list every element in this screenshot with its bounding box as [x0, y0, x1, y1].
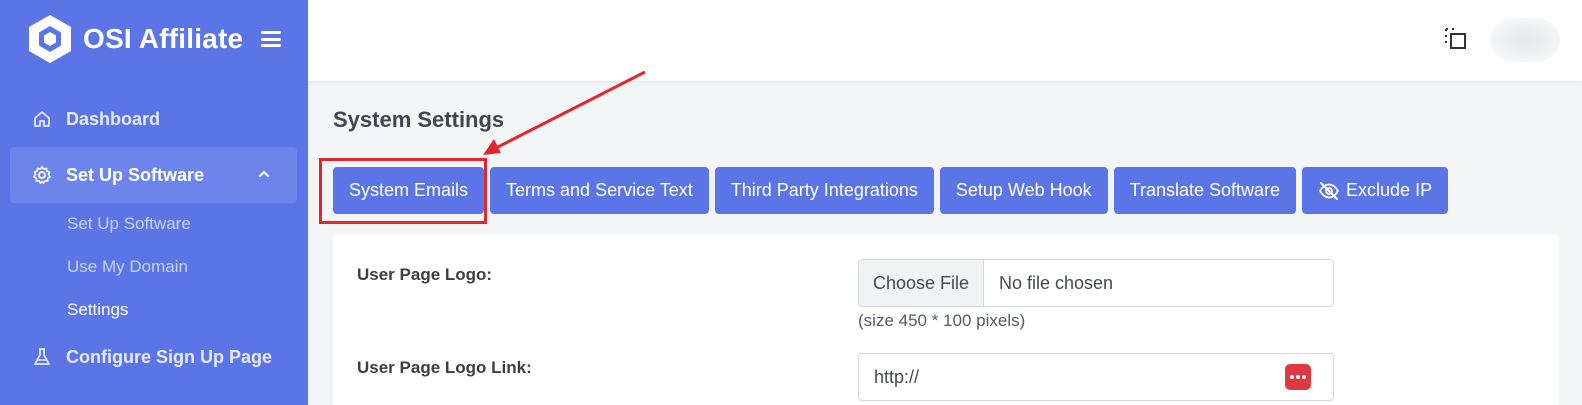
tab-exclude-ip[interactable]: Exclude IP	[1302, 167, 1449, 214]
sidebar-item-configure-sign-up-page[interactable]: Configure Sign Up Page	[10, 329, 297, 385]
tab-label: Setup Web Hook	[955, 180, 1092, 200]
sidebar-item-dashboard[interactable]: Dashboard	[10, 91, 297, 147]
sidebar-subitem-use-my-domain[interactable]: Use My Domain	[67, 257, 188, 277]
logo-hexagon-icon	[29, 15, 71, 63]
tab-label: Translate Software	[1129, 180, 1281, 200]
tab-label: Terms and Service Text	[506, 180, 693, 200]
annotation-highlight-box	[319, 158, 487, 224]
sidebar-subitem-set-up-software[interactable]: Set Up Software	[67, 214, 191, 234]
sidebar: OSI Affiliate Dashboard Set Up Software …	[0, 0, 308, 405]
settings-tabs: System Emails Terms and Service Text Thi…	[333, 167, 1454, 214]
logo-size-hint: (size 450 * 100 pixels)	[858, 311, 1026, 330]
user-page-logo-link-label: User Page Logo Link:	[357, 358, 532, 377]
file-status: No file chosen	[999, 272, 1114, 293]
fullscreen-icon[interactable]	[1442, 25, 1470, 53]
settings-form-card: User Page Logo: Choose File No file chos…	[333, 235, 1559, 405]
sidebar-item-label: Dashboard	[66, 108, 161, 129]
chevron-up-icon	[259, 170, 269, 177]
tab-third-party-integrations[interactable]: Third Party Integrations	[714, 167, 934, 214]
tab-translate-software[interactable]: Translate Software	[1113, 167, 1297, 214]
sidebar-item-set-up-software[interactable]: Set Up Software	[10, 147, 297, 203]
tab-terms-and-service-text[interactable]: Terms and Service Text	[490, 167, 709, 214]
tab-label: Third Party Integrations	[730, 180, 918, 200]
sidebar-subitem-settings[interactable]: Settings	[67, 300, 128, 320]
tab-setup-web-hook[interactable]: Setup Web Hook	[939, 167, 1108, 214]
choose-file-button[interactable]: Choose File	[859, 260, 984, 306]
page-title: System Settings	[333, 107, 505, 132]
tab-label: Exclude IP	[1346, 180, 1433, 200]
user-avatar[interactable]	[1490, 18, 1560, 62]
sidebar-item-label: Set Up Software	[66, 164, 205, 185]
sidebar-item-label: Configure Sign Up Page	[66, 346, 273, 367]
flask-icon	[32, 347, 52, 367]
password-manager-icon[interactable]	[1285, 364, 1311, 390]
top-bar	[308, 0, 1582, 81]
home-icon	[32, 109, 52, 129]
user-page-logo-label: User Page Logo:	[357, 265, 493, 284]
brand: OSI Affiliate	[26, 13, 282, 65]
user-page-logo-link-input[interactable]	[858, 353, 1334, 401]
gear-icon	[32, 165, 52, 185]
user-page-logo-file-input[interactable]: Choose File No file chosen	[858, 259, 1334, 307]
eye-slash-icon	[1318, 181, 1340, 200]
menu-toggle-icon[interactable]	[261, 31, 282, 47]
brand-name: OSI Affiliate	[83, 23, 244, 54]
